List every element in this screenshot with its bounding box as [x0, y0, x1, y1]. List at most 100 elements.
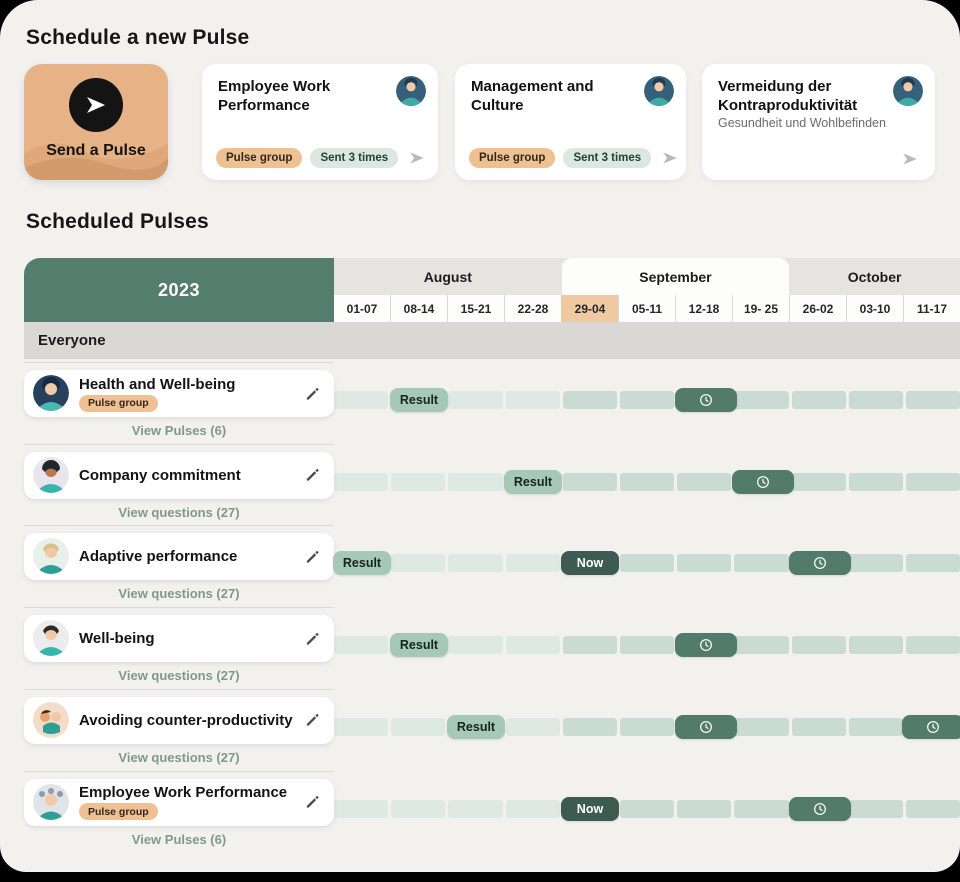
scheduled-clock-pill[interactable]: [789, 797, 851, 821]
timeline-segment: [506, 554, 560, 572]
pulse-title: Health and Well-being: [79, 376, 235, 393]
timeline-segment: [849, 391, 903, 409]
scheduled-clock-pill[interactable]: [675, 388, 737, 412]
edit-icon[interactable]: [304, 794, 321, 811]
view-questions-link[interactable]: View questions (27): [24, 505, 334, 520]
pulse-template-card[interactable]: Employee Work Performance Pulse group Se…: [202, 64, 438, 180]
app-surface: Schedule a new Pulse Send a Pulse Employ…: [0, 0, 960, 872]
avatar: [396, 76, 426, 106]
timeline-segment: [448, 473, 502, 491]
edit-icon[interactable]: [304, 712, 321, 729]
timeline-segment: [334, 391, 388, 409]
result-pill-label: Result: [343, 556, 381, 570]
scheduled-clock-pill[interactable]: [902, 715, 960, 739]
timeline-segment: [734, 391, 788, 409]
schedule-row: Health and Well-being Pulse group View P…: [24, 362, 960, 444]
now-pill[interactable]: Now: [561, 551, 619, 575]
timeline-segment: [792, 391, 846, 409]
edit-icon[interactable]: [304, 548, 321, 565]
avatar: [33, 620, 69, 656]
week-label: 22-28: [504, 295, 561, 322]
timeline-segment: [734, 554, 788, 572]
timeline-segment: [506, 800, 560, 818]
view-pulses-link[interactable]: View Pulses (6): [24, 832, 334, 847]
now-pill[interactable]: Now: [561, 797, 619, 821]
scheduled-clock-pill[interactable]: [732, 470, 794, 494]
view-questions-link[interactable]: View questions (27): [24, 750, 334, 765]
pulse-title: Avoiding counter-productivity: [79, 712, 293, 729]
timeline-segment: [506, 636, 560, 654]
avatar: [33, 784, 69, 820]
pulse-row-card[interactable]: Well-being: [24, 615, 334, 662]
send-a-pulse-label: Send a Pulse: [24, 142, 168, 160]
timeline-bar: [334, 554, 960, 572]
pulse-card-subtitle: Gesundheit und Wohlbefinden: [718, 116, 898, 130]
result-pill[interactable]: Result: [447, 715, 505, 739]
view-questions-link[interactable]: View questions (27): [24, 668, 334, 683]
pulse-template-card[interactable]: Management and Culture Pulse group Sent …: [455, 64, 686, 180]
pulse-title: Company commitment: [79, 467, 241, 484]
edit-icon[interactable]: [304, 385, 321, 402]
pulse-group-badge: Pulse group: [79, 395, 158, 412]
pulse-row-card[interactable]: Health and Well-being Pulse group: [24, 370, 334, 417]
pulse-row-card[interactable]: Avoiding counter-productivity: [24, 697, 334, 744]
avatar: [644, 76, 674, 106]
send-arrow-icon[interactable]: [406, 149, 428, 167]
edit-icon[interactable]: [304, 630, 321, 647]
timeline-segment: [792, 718, 846, 736]
pulse-card-footer: [716, 150, 921, 168]
timeline-segment: [906, 391, 960, 409]
result-pill[interactable]: Result: [333, 551, 391, 575]
clock-icon: [698, 719, 714, 735]
timeline-segment: [620, 554, 674, 572]
months-header: August September October: [334, 258, 960, 295]
timeline-segment: [677, 800, 731, 818]
result-pill[interactable]: Result: [390, 633, 448, 657]
paper-plane-icon: [69, 78, 123, 132]
pulse-row-card[interactable]: Employee Work Performance Pulse group: [24, 779, 334, 826]
pulse-row-card[interactable]: Adaptive performance: [24, 533, 334, 580]
view-questions-link[interactable]: View questions (27): [24, 586, 334, 601]
timeline-segment: [734, 800, 788, 818]
timeline-segment: [906, 473, 960, 491]
pulse-template-card[interactable]: Vermeidung der Kontraproduktivität Gesun…: [702, 64, 935, 180]
pulse-row-card[interactable]: Company commitment: [24, 452, 334, 499]
result-pill[interactable]: Result: [390, 388, 448, 412]
schedule-row: Well-being View questions (27) Result: [24, 607, 960, 689]
pulse-card-title: Management and Culture: [471, 78, 636, 116]
view-pulses-link[interactable]: View Pulses (6): [24, 423, 334, 438]
scheduled-clock-pill[interactable]: [675, 633, 737, 657]
timeline-segment: [334, 718, 388, 736]
schedule-board: 2023 August September October 01-07 08-1…: [24, 258, 960, 872]
week-label: 11-17: [903, 295, 960, 322]
pulse-card-footer: Pulse group Sent 3 times: [216, 148, 424, 168]
scheduled-clock-pill[interactable]: [789, 551, 851, 575]
timeline-segment: [563, 473, 617, 491]
week-label: 15-21: [447, 295, 504, 322]
timeline-segment: [391, 473, 445, 491]
timeline-segment: [391, 718, 445, 736]
avatar: [33, 702, 69, 738]
month-header-september: September: [562, 258, 790, 295]
week-label: 03-10: [846, 295, 903, 322]
send-a-pulse-button[interactable]: Send a Pulse: [24, 64, 168, 180]
avatar: [33, 538, 69, 574]
weeks-header: 01-07 08-14 15-21 22-28 29-04 05-11 12-1…: [334, 295, 960, 322]
scheduled-clock-pill[interactable]: [675, 715, 737, 739]
current-week-label: 29-04: [561, 295, 618, 322]
timeline-segment: [391, 800, 445, 818]
timeline-segment: [563, 636, 617, 654]
year-header: 2023: [24, 258, 334, 322]
schedule-row: Avoiding counter-productivity View quest…: [24, 689, 960, 771]
week-label: 08-14: [390, 295, 447, 322]
timeline-segment: [677, 473, 731, 491]
now-pill-label: Now: [577, 802, 603, 816]
timeline-segment: [849, 800, 903, 818]
result-pill[interactable]: Result: [504, 470, 562, 494]
timeline-segment: [620, 800, 674, 818]
timeline-segment: [620, 391, 674, 409]
send-arrow-icon[interactable]: [899, 150, 921, 168]
edit-icon[interactable]: [304, 467, 321, 484]
timeline-segment: [620, 636, 674, 654]
send-arrow-icon[interactable]: [659, 149, 681, 167]
